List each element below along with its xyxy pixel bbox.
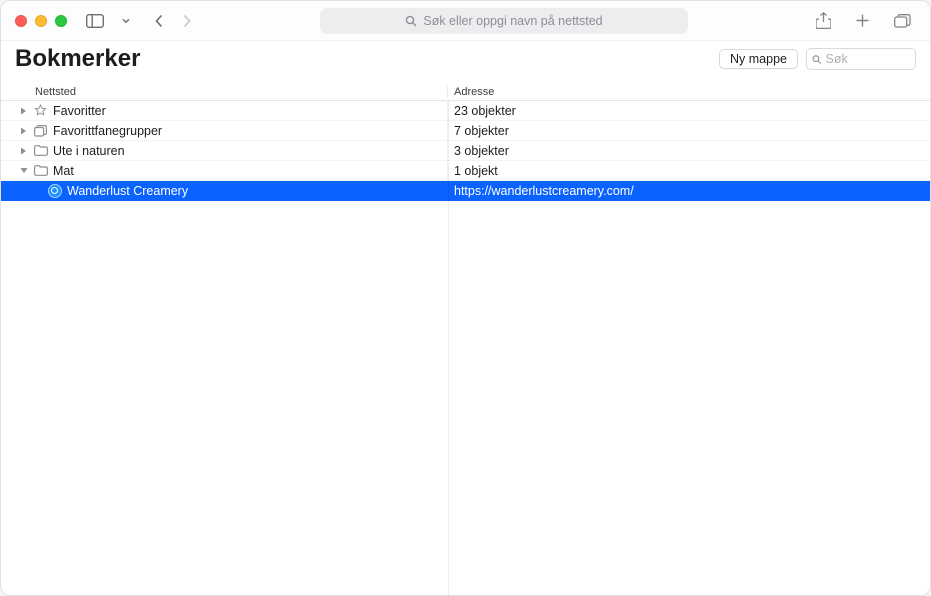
folder-icon — [33, 143, 48, 158]
forward-button[interactable] — [177, 11, 197, 31]
bookmark-address: 23 objekter — [448, 104, 930, 118]
address-bar-placeholder: Søk eller oppgi navn på nettsted — [423, 14, 602, 28]
disclosure-triangle-icon[interactable] — [19, 106, 28, 115]
bookmarks-search-input[interactable] — [825, 52, 910, 66]
page-title: Bokmerker — [15, 45, 719, 73]
window-controls — [15, 15, 67, 27]
back-button[interactable] — [149, 11, 169, 31]
maximize-window-button[interactable] — [55, 15, 67, 27]
table-row[interactable]: Mat 1 objekt — [1, 161, 930, 181]
bookmark-name: Wanderlust Creamery — [67, 184, 188, 198]
address-bar[interactable]: Søk eller oppgi navn på nettsted — [320, 8, 688, 34]
bookmark-name: Mat — [53, 164, 74, 178]
bookmark-name: Favorittfanegrupper — [53, 124, 162, 138]
bookmark-address: 1 objekt — [448, 164, 930, 178]
disclosure-triangle-icon[interactable] — [19, 166, 28, 175]
column-divider[interactable] — [448, 101, 449, 595]
tab-overview-button[interactable] — [889, 11, 916, 31]
table-rows: Favoritter 23 objekter Favori — [1, 101, 930, 201]
bookmark-address: 7 objekter — [448, 124, 930, 138]
nav-buttons — [149, 11, 197, 31]
minimize-window-button[interactable] — [35, 15, 47, 27]
disclosure-triangle-icon[interactable] — [19, 126, 28, 135]
bookmark-name: Favoritter — [53, 104, 106, 118]
close-window-button[interactable] — [15, 15, 27, 27]
search-icon — [812, 54, 821, 65]
table-row[interactable]: Favorittfanegrupper 7 objekter — [1, 121, 930, 141]
sidebar-toggle-button[interactable] — [81, 11, 109, 31]
star-icon — [33, 103, 48, 118]
titlebar: Søk eller oppgi navn på nettsted — [1, 1, 930, 41]
favicon-icon — [47, 183, 62, 198]
bookmarks-header: Bokmerker Ny mappe — [1, 41, 930, 83]
folder-icon — [33, 163, 48, 178]
bookmark-name: Ute i naturen — [53, 144, 125, 158]
search-icon — [405, 15, 417, 27]
bookmark-address: 3 objekter — [448, 144, 930, 158]
new-folder-button[interactable]: Ny mappe — [719, 49, 798, 69]
table-header: Nettsted Adresse — [1, 83, 930, 101]
safari-window: Søk eller oppgi navn på nettsted — [0, 0, 931, 596]
column-header-site[interactable]: Nettsted — [1, 86, 448, 98]
bookmarks-table: Nettsted Adresse Favoritter 23 objekter — [1, 83, 930, 595]
column-header-address[interactable]: Adresse — [448, 86, 930, 98]
disclosure-triangle-icon[interactable] — [19, 146, 28, 155]
share-button[interactable] — [811, 9, 836, 32]
table-row[interactable]: Wanderlust Creamery https://wanderlustcr… — [1, 181, 930, 201]
tab-group-icon — [33, 123, 48, 138]
new-tab-button[interactable] — [850, 10, 875, 31]
bookmark-address: https://wanderlustcreamery.com/ — [448, 184, 930, 198]
sidebar-menu-chevron-icon[interactable] — [117, 15, 135, 27]
table-row[interactable]: Favoritter 23 objekter — [1, 101, 930, 121]
table-row[interactable]: Ute i naturen 3 objekter — [1, 141, 930, 161]
bookmarks-search[interactable] — [806, 48, 916, 70]
right-toolbar — [811, 9, 916, 32]
